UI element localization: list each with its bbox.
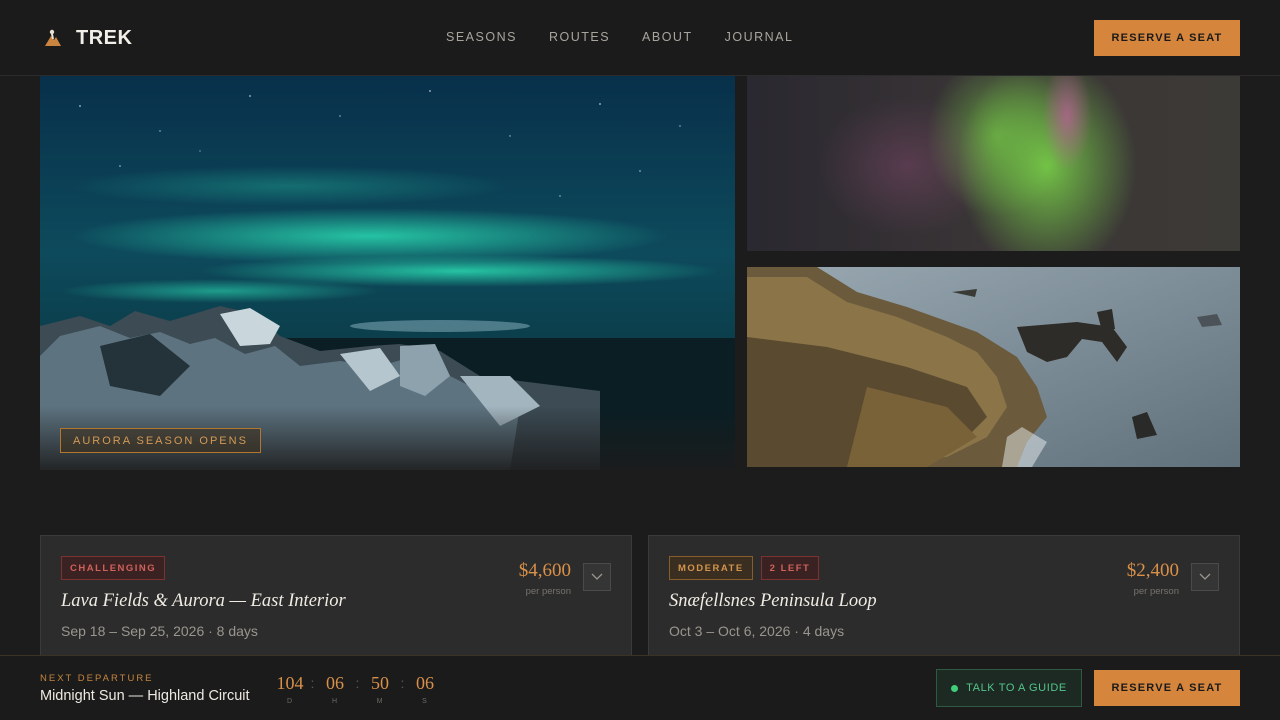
talk-to-guide-label: TALK TO A GUIDE bbox=[966, 682, 1067, 694]
brand-name: TREK bbox=[76, 26, 133, 49]
card-badges: CHALLENGING bbox=[61, 556, 166, 580]
expand-card-button[interactable] bbox=[583, 563, 611, 591]
countdown-seconds: 06 S bbox=[405, 672, 445, 705]
countdown-value: 50 bbox=[371, 673, 389, 693]
aurora-season-tag[interactable]: AURORA SEASON OPENS bbox=[60, 428, 261, 453]
online-dot-icon bbox=[951, 684, 959, 692]
card-price: $4,600 bbox=[518, 560, 571, 581]
countdown-unit: M bbox=[376, 698, 384, 705]
main-nav: SEASONS ROUTES ABOUT JOURNAL bbox=[446, 30, 793, 44]
card-title[interactable]: Lava Fields & Aurora — East Interior bbox=[61, 591, 346, 612]
countdown-days: 104 D bbox=[270, 672, 310, 705]
countdown-minutes: 50 M bbox=[360, 672, 400, 705]
card-title[interactable]: Snæfellsnes Peninsula Loop bbox=[669, 591, 877, 612]
nav-about[interactable]: ABOUT bbox=[642, 30, 693, 44]
availability-badge: 2 LEFT bbox=[760, 556, 820, 580]
reserve-seat-button[interactable]: RESERVE A SEAT bbox=[1094, 20, 1240, 56]
nav-routes[interactable]: ROUTES bbox=[549, 30, 610, 44]
card-badges: MODERATE 2 LEFT bbox=[669, 556, 820, 580]
brand-hiker-icon bbox=[40, 22, 66, 54]
countdown-value: 104 bbox=[276, 673, 304, 693]
hero-image-green-aurora bbox=[747, 76, 1240, 251]
nav-seasons[interactable]: SEASONS bbox=[446, 30, 517, 44]
reserve-seat-button-bottom[interactable]: RESERVE A SEAT bbox=[1094, 670, 1240, 706]
difficulty-badge: MODERATE bbox=[669, 556, 753, 580]
card-price: $2,400 bbox=[1126, 560, 1179, 581]
card-price-unit: per person bbox=[525, 586, 571, 597]
expand-card-button[interactable] bbox=[1191, 563, 1219, 591]
tour-card-lava-fields[interactable]: CHALLENGING Lava Fields & Aurora — East … bbox=[40, 535, 632, 665]
countdown-value: 06 bbox=[326, 673, 344, 693]
brand[interactable]: TREK bbox=[40, 22, 132, 54]
nav-journal[interactable]: JOURNAL bbox=[725, 30, 794, 44]
chevron-down-icon bbox=[1199, 568, 1211, 586]
hero-image-coast-arch bbox=[747, 267, 1240, 467]
talk-to-guide-button[interactable]: TALK TO A GUIDE bbox=[936, 669, 1082, 707]
countdown-unit: S bbox=[422, 698, 428, 705]
countdown-timer: 104 D : 06 H : 50 M : 06 S bbox=[270, 672, 445, 705]
next-departure-bar: NEXT DEPARTURE Midnight Sun — Highland C… bbox=[0, 655, 1280, 720]
countdown-unit: H bbox=[331, 698, 339, 705]
countdown-value: 06 bbox=[416, 673, 434, 693]
next-departure-label: NEXT DEPARTURE bbox=[40, 673, 154, 684]
card-dates: Oct 3 – Oct 6, 2026 · 4 days bbox=[669, 623, 845, 639]
next-departure-name[interactable]: Midnight Sun — Highland Circuit bbox=[40, 688, 250, 704]
tour-card-snaefellsnes[interactable]: MODERATE 2 LEFT Snæfellsnes Peninsula Lo… bbox=[648, 535, 1240, 665]
countdown-hours: 06 H bbox=[315, 672, 355, 705]
chevron-down-icon bbox=[591, 568, 603, 586]
site-header: TREK SEASONS ROUTES ABOUT JOURNAL RESERV… bbox=[0, 0, 1280, 76]
difficulty-badge: CHALLENGING bbox=[61, 556, 166, 580]
hero-image-aurora bbox=[40, 76, 735, 470]
countdown-unit: D bbox=[286, 698, 294, 705]
card-dates: Sep 18 – Sep 25, 2026 · 8 days bbox=[61, 623, 258, 639]
card-price-unit: per person bbox=[1133, 586, 1179, 597]
